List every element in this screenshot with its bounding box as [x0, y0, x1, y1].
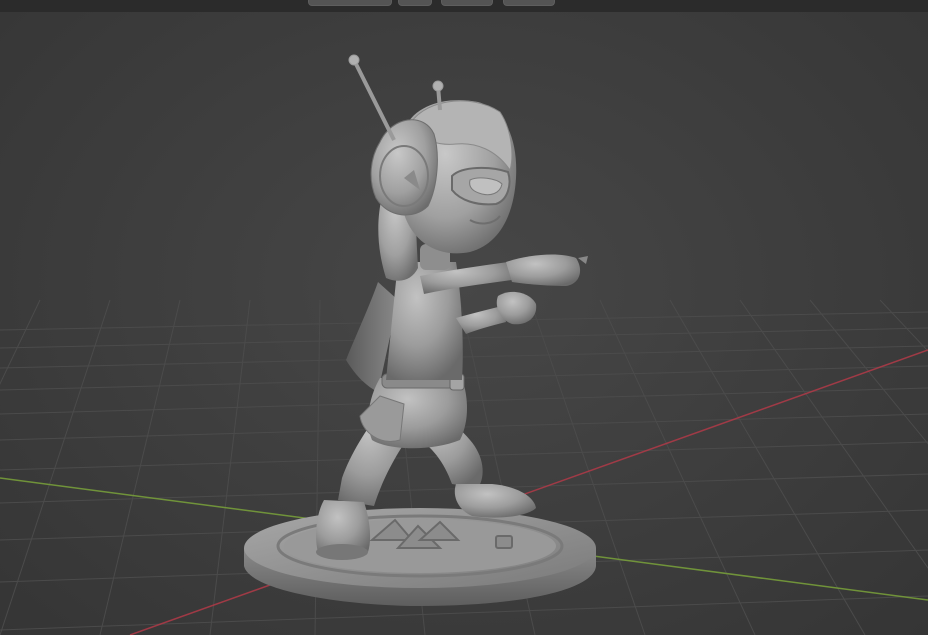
back-arm	[456, 291, 537, 334]
headphone	[370, 119, 438, 216]
viewport-scene[interactable]	[0, 0, 928, 635]
figure-base	[244, 508, 596, 606]
3d-viewport[interactable]	[0, 0, 928, 635]
